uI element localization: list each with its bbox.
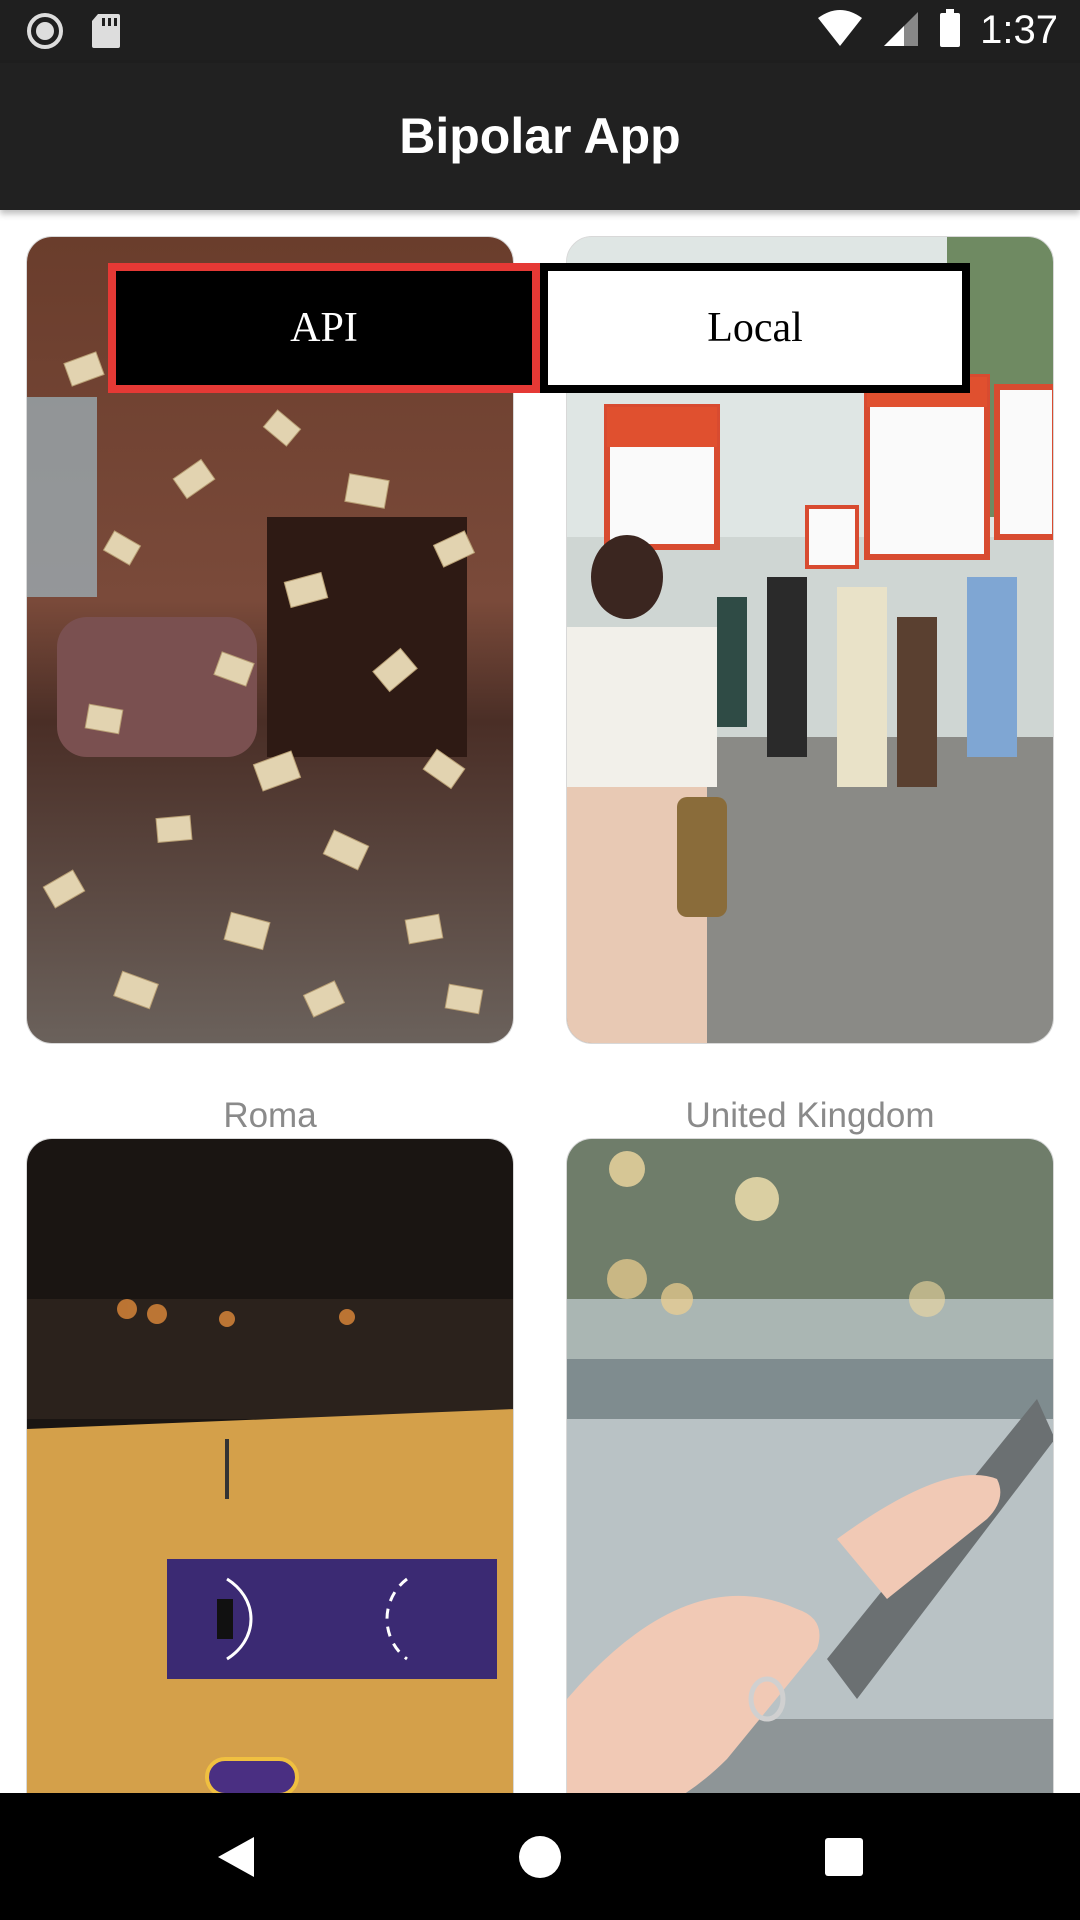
- home-icon[interactable]: [518, 1835, 562, 1884]
- grid-card-3[interactable]: [26, 1138, 514, 1793]
- status-bar: 1:37: [0, 0, 1080, 63]
- record-icon: [26, 12, 64, 55]
- navigation-bar: [0, 1793, 1080, 1920]
- battery-icon: [938, 8, 962, 53]
- source-toggle[interactable]: API Local: [108, 263, 970, 393]
- basketball-court-photo[interactable]: [26, 1138, 514, 1793]
- app-bar: Bipolar App: [0, 63, 1080, 210]
- api-button[interactable]: API: [108, 263, 540, 393]
- recents-icon[interactable]: [824, 1837, 864, 1882]
- clock: 1:37: [980, 8, 1058, 52]
- card-caption: United Kingdom: [685, 1096, 935, 1135]
- local-button[interactable]: Local: [540, 263, 970, 393]
- back-icon[interactable]: [214, 1833, 258, 1886]
- cell-signal-icon: [882, 8, 920, 53]
- hands-holding-phone-photo[interactable]: [566, 1138, 1054, 1793]
- image-grid[interactable]: Roma United Kingdom: [0, 210, 1080, 1793]
- wifi-icon: [816, 8, 864, 53]
- sd-card-icon: [90, 12, 122, 55]
- page-title: Bipolar App: [399, 108, 681, 164]
- grid-card-4[interactable]: [566, 1138, 1054, 1793]
- card-caption: Roma: [223, 1096, 317, 1135]
